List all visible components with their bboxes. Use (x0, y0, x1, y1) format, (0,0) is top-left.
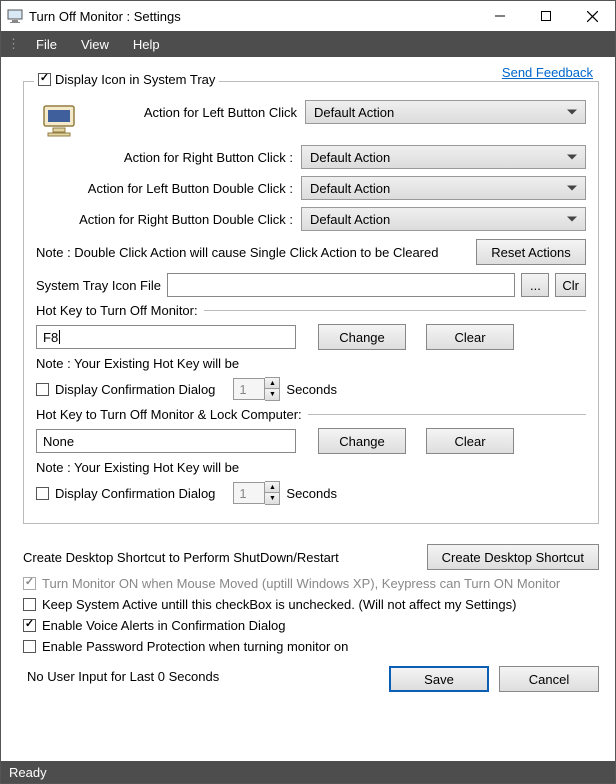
right-dbl-label: Action for Right Button Double Click : (36, 212, 301, 227)
close-button[interactable] (569, 1, 615, 31)
create-shortcut-button[interactable]: Create Desktop Shortcut (427, 544, 599, 570)
app-icon (7, 8, 23, 24)
right-click-label: Action for Right Button Click : (36, 150, 301, 165)
status-text: Ready (9, 765, 47, 780)
hotkey1-confirm-label: Display Confirmation Dialog (55, 382, 215, 397)
hotkey1-seconds-spinner[interactable]: 1 ▲▼ (233, 377, 280, 401)
tray-group: Display Icon in System Tray Action for L… (23, 81, 599, 524)
keep-active-checkbox[interactable] (23, 598, 36, 611)
menu-bar: ⋮ File View Help (1, 31, 615, 57)
hotkey2-change-button[interactable]: Change (318, 428, 406, 454)
shortcut-label: Create Desktop Shortcut to Perform ShutD… (23, 550, 421, 565)
mouse-on-checkbox (23, 577, 36, 590)
tray-file-label: System Tray Icon File (36, 278, 161, 293)
tray-file-browse-button[interactable]: ... (521, 273, 549, 297)
hotkey1-input[interactable]: F8 (36, 325, 296, 349)
status-bar: Ready (1, 761, 615, 783)
hotkey2-clear-button[interactable]: Clear (426, 428, 514, 454)
window-title: Turn Off Monitor : Settings (29, 9, 477, 24)
right-click-combo[interactable]: Default Action (301, 145, 586, 169)
right-dbl-combo[interactable]: Default Action (301, 207, 586, 231)
hotkey2-note: Note : Your Existing Hot Key will be (36, 460, 586, 475)
mouse-on-label: Turn Monitor ON when Mouse Moved (uptill… (42, 576, 560, 591)
hotkey1-note: Note : Your Existing Hot Key will be (36, 356, 586, 371)
monitor-icon (36, 100, 84, 145)
client-area: Send Feedback Display Icon in System Tra… (1, 57, 615, 761)
maximize-button[interactable] (523, 1, 569, 31)
hotkey2-seconds-spinner[interactable]: 1 ▲▼ (233, 481, 280, 505)
menu-help[interactable]: Help (123, 35, 170, 54)
cancel-button[interactable]: Cancel (499, 666, 599, 692)
tray-file-clear-button[interactable]: Clr (555, 273, 586, 297)
password-checkbox[interactable] (23, 640, 36, 653)
no-input-label: No User Input for Last 0 Seconds (23, 669, 389, 684)
menu-file[interactable]: File (26, 35, 67, 54)
left-dbl-label: Action for Left Button Double Click : (36, 181, 301, 196)
voice-alerts-label: Enable Voice Alerts in Confirmation Dial… (42, 618, 286, 633)
tray-icon-checkbox[interactable] (38, 73, 51, 86)
hotkey2-confirm-checkbox[interactable] (36, 487, 49, 500)
minimize-button[interactable] (477, 1, 523, 31)
left-click-label: Action for Left Button Click (88, 105, 305, 120)
hotkey1-seconds-label: Seconds (286, 382, 337, 397)
menu-view[interactable]: View (71, 35, 119, 54)
hotkey1-confirm-checkbox[interactable] (36, 383, 49, 396)
hotkey2-label: Hot Key to Turn Off Monitor & Lock Compu… (36, 407, 302, 422)
keep-active-label: Keep System Active untill this checkBox … (42, 597, 516, 612)
double-click-note: Note : Double Click Action will cause Si… (36, 245, 466, 260)
voice-alerts-checkbox[interactable] (23, 619, 36, 632)
tray-icon-checkbox-label: Display Icon in System Tray (55, 72, 215, 87)
hotkey2-seconds-label: Seconds (286, 486, 337, 501)
hotkey2-input[interactable]: None (36, 429, 296, 453)
tray-file-input[interactable] (167, 273, 515, 297)
left-click-combo[interactable]: Default Action (305, 100, 586, 124)
left-dbl-combo[interactable]: Default Action (301, 176, 586, 200)
hotkey1-label: Hot Key to Turn Off Monitor: (36, 303, 198, 318)
password-label: Enable Password Protection when turning … (42, 639, 348, 654)
send-feedback-link[interactable]: Send Feedback (502, 65, 593, 80)
reset-actions-button[interactable]: Reset Actions (476, 239, 586, 265)
hotkey1-clear-button[interactable]: Clear (426, 324, 514, 350)
hotkey2-confirm-label: Display Confirmation Dialog (55, 486, 215, 501)
save-button[interactable]: Save (389, 666, 489, 692)
menu-handle-icon: ⋮ (7, 36, 20, 52)
hotkey1-change-button[interactable]: Change (318, 324, 406, 350)
title-bar: Turn Off Monitor : Settings (1, 1, 615, 31)
